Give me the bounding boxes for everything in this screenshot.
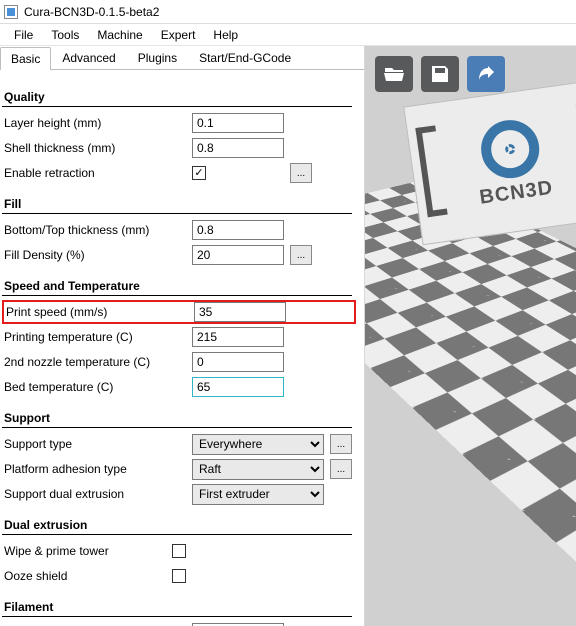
shell-thickness-label: Shell thickness (mm): [2, 141, 192, 155]
viewport[interactable]: BCN3D: [365, 46, 576, 626]
adhesion-more-button[interactable]: ...: [330, 459, 352, 479]
print-speed-label: Print speed (mm/s): [4, 305, 194, 319]
section-dual: Dual extrusion: [2, 512, 352, 535]
support-more-button[interactable]: ...: [330, 434, 352, 454]
build-plate: [365, 177, 576, 626]
nozzle2-temp-input[interactable]: [192, 352, 284, 372]
bed-temp-label: Bed temperature (C): [2, 380, 192, 394]
print-speed-input[interactable]: [194, 302, 286, 322]
app-icon: [4, 5, 18, 19]
adhesion-label: Platform adhesion type: [2, 462, 192, 476]
fill-density-label: Fill Density (%): [2, 248, 192, 262]
section-speed: Speed and Temperature: [2, 273, 352, 296]
share-button[interactable]: [467, 56, 505, 92]
section-filament: Filament: [2, 594, 352, 617]
tab-plugins[interactable]: Plugins: [127, 46, 188, 69]
section-fill: Fill: [2, 191, 352, 214]
menu-tools[interactable]: Tools: [43, 26, 87, 44]
menubar: File Tools Machine Expert Help: [0, 24, 576, 46]
logo-bracket-left: [415, 125, 447, 217]
tab-bar: Basic Advanced Plugins Start/End-GCode: [0, 46, 364, 70]
nozzle2-temp-label: 2nd nozzle temperature (C): [2, 355, 192, 369]
print-temp-label: Printing temperature (C): [2, 330, 192, 344]
layer-height-input[interactable]: [192, 113, 284, 133]
menu-file[interactable]: File: [6, 26, 41, 44]
ooze-checkbox[interactable]: [172, 569, 186, 583]
fill-more-button[interactable]: ...: [290, 245, 312, 265]
ooze-label: Ooze shield: [2, 569, 172, 583]
viewport-toolbar: [375, 56, 505, 92]
wipe-label: Wipe & prime tower: [2, 544, 172, 558]
save-icon: [428, 62, 452, 86]
print-temp-input[interactable]: [192, 327, 284, 347]
support-type-select[interactable]: Everywhere: [192, 434, 324, 455]
folder-open-icon: [382, 62, 406, 86]
wipe-checkbox[interactable]: [172, 544, 186, 558]
menu-help[interactable]: Help: [205, 26, 246, 44]
shell-thickness-input[interactable]: [192, 138, 284, 158]
fill-density-input[interactable]: [192, 245, 284, 265]
load-model-button[interactable]: [375, 56, 413, 92]
support-dual-select[interactable]: First extruder: [192, 484, 324, 505]
logo-text: BCN3D: [478, 176, 554, 209]
window-title: Cura-BCN3D-0.1.5-beta2: [24, 5, 159, 19]
tab-startend[interactable]: Start/End-GCode: [188, 46, 302, 69]
tab-advanced[interactable]: Advanced: [51, 46, 126, 69]
adhesion-select[interactable]: Raft: [192, 459, 324, 480]
enable-retraction-label: Enable retraction: [2, 166, 192, 180]
section-quality: Quality: [2, 84, 352, 107]
enable-retraction-checkbox[interactable]: [192, 166, 206, 180]
support-type-label: Support type: [2, 437, 192, 451]
gear-icon: [477, 116, 543, 182]
bottomtop-input[interactable]: [192, 220, 284, 240]
support-dual-label: Support dual extrusion: [2, 487, 192, 501]
menu-expert[interactable]: Expert: [153, 26, 204, 44]
bed-temp-input[interactable]: [192, 377, 284, 397]
print-speed-row-highlight: Print speed (mm/s): [2, 300, 356, 324]
settings-panel: Basic Advanced Plugins Start/End-GCode Q…: [0, 46, 365, 626]
layer-height-label: Layer height (mm): [2, 116, 192, 130]
retraction-more-button[interactable]: ...: [290, 163, 312, 183]
tab-basic[interactable]: Basic: [0, 47, 51, 70]
logo-card: BCN3D: [403, 79, 576, 245]
section-support: Support: [2, 405, 352, 428]
bottomtop-label: Bottom/Top thickness (mm): [2, 223, 192, 237]
menu-machine[interactable]: Machine: [89, 26, 150, 44]
save-gcode-button[interactable]: [421, 56, 459, 92]
window-titlebar: Cura-BCN3D-0.1.5-beta2: [0, 0, 576, 24]
share-icon: [474, 62, 498, 86]
